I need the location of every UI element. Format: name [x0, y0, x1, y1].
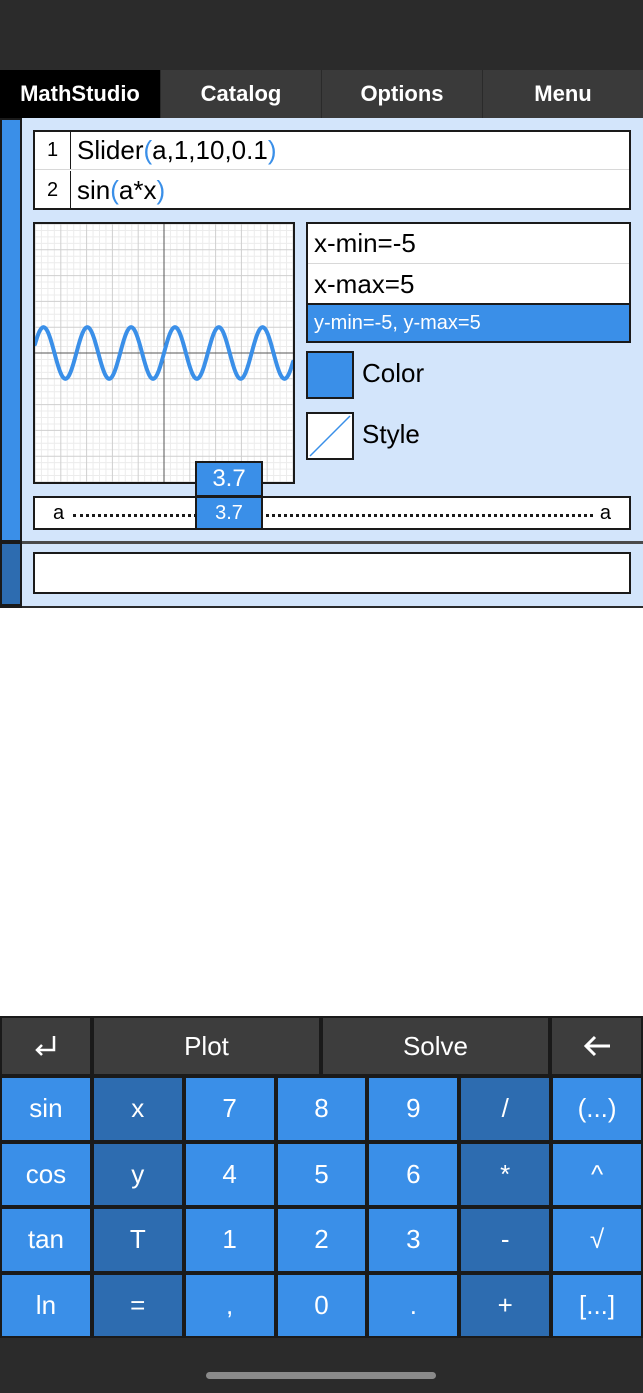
entry-selector-active[interactable] [2, 120, 20, 540]
slider-value-bubble: 3.7 [195, 461, 263, 497]
y-range-field[interactable]: y-min=-5, y-max=5 [308, 303, 629, 341]
enter-button[interactable] [0, 1016, 92, 1076]
color-label: Color [362, 358, 425, 388]
return-icon [35, 1036, 56, 1056]
key[interactable]: 4 [183, 1141, 276, 1207]
function-args: a*x [118, 174, 157, 205]
slider-rail [73, 514, 593, 517]
key[interactable]: 7 [183, 1076, 276, 1142]
keyboard-toolbar: Plot Solve [0, 1016, 643, 1076]
code-line[interactable]: 2 sin(a*x) [35, 171, 629, 209]
key[interactable]: 5 [275, 1141, 368, 1207]
key[interactable]: sin [0, 1076, 92, 1142]
key[interactable]: 3 [367, 1207, 460, 1273]
line-style-icon [309, 415, 351, 457]
key[interactable]: [...] [551, 1272, 643, 1338]
tab-mathstudio[interactable]: MathStudio [0, 70, 160, 118]
line-code: sin(a*x) [71, 175, 165, 206]
slider-var-left: a [53, 502, 65, 524]
key[interactable]: (...) [551, 1076, 643, 1142]
key[interactable]: √ [551, 1207, 643, 1273]
backspace-arrow-icon [583, 1035, 610, 1057]
plot-canvas [35, 224, 293, 482]
color-swatch[interactable] [306, 351, 354, 399]
key[interactable]: / [459, 1076, 552, 1142]
x-min-field[interactable]: x-min=-5 [308, 224, 629, 264]
function-name: Slider [77, 135, 144, 165]
x-max-field[interactable]: x-max=5 [308, 264, 629, 304]
key[interactable]: T [91, 1207, 184, 1273]
code-editor[interactable]: 1 Slider(a,1,10,0.1) 2 sin(a*x) [33, 130, 631, 210]
paren-close: ) [156, 174, 166, 205]
key[interactable]: x [91, 1076, 184, 1142]
key[interactable]: y [91, 1141, 184, 1207]
key[interactable]: cos [0, 1141, 92, 1207]
range-panel: x-min=-5 x-max=5 y-min=-5, y-max=5 [306, 222, 631, 343]
tab-catalog[interactable]: Catalog [160, 70, 321, 118]
plot-button[interactable]: Plot [92, 1016, 321, 1076]
slider-var-right: a [599, 502, 611, 524]
key[interactable]: - [459, 1207, 552, 1273]
key[interactable]: . [367, 1272, 460, 1338]
key[interactable]: tan [0, 1207, 92, 1273]
key[interactable]: ln [0, 1272, 92, 1338]
math-keyboard: Plot Solve sin x 7 8 9/(...) cos y 4 5 6 * ^ tan T 1 2 3… [0, 1016, 643, 1393]
tab-options[interactable]: Options [321, 70, 482, 118]
function-name: sin [77, 174, 111, 205]
function-args: a,1,10,0.1 [152, 135, 268, 165]
key[interactable]: , [183, 1272, 276, 1338]
style-swatch[interactable] [306, 412, 354, 460]
line-code: Slider(a,1,10,0.1) [71, 135, 276, 166]
key[interactable]: 6 [367, 1141, 460, 1207]
paren-open: ( [110, 174, 119, 205]
key[interactable]: * [459, 1141, 552, 1207]
key[interactable]: = [91, 1272, 184, 1338]
plot-area[interactable] [33, 222, 295, 484]
key[interactable]: 2 [275, 1207, 368, 1273]
code-line[interactable]: 1 Slider(a,1,10,0.1) [35, 132, 629, 170]
backspace-button[interactable] [550, 1016, 643, 1076]
workspace: 1 Slider(a,1,10,0.1) 2 sin(a*x) x-min=-5… [0, 118, 643, 608]
entry-selector-new[interactable] [2, 544, 20, 604]
key[interactable]: 0 [275, 1272, 368, 1338]
status-bar [0, 0, 643, 70]
key[interactable]: 9 [367, 1076, 460, 1142]
line-number: 2 [35, 171, 71, 209]
key[interactable]: 1 [183, 1207, 276, 1273]
slider-thumb[interactable]: 3.7 [195, 496, 263, 530]
slider-track[interactable]: a a 3.7 [33, 496, 631, 530]
style-label: Style [362, 419, 420, 449]
paren-close: ) [267, 135, 277, 165]
key[interactable]: + [459, 1272, 552, 1338]
paren-open: ( [143, 135, 153, 165]
entry-divider [22, 541, 643, 544]
top-nav: MathStudio Catalog Options Menu [0, 70, 643, 118]
key[interactable]: 8 [275, 1076, 368, 1142]
home-indicator [206, 1372, 436, 1379]
solve-button[interactable]: Solve [321, 1016, 550, 1076]
tab-menu[interactable]: Menu [482, 70, 643, 118]
keypad: sin x 7 8 9/(...) cos y 4 5 6 * ^ tan T 1 2 3- √ ln =, 0. + [.… [0, 1076, 643, 1338]
key[interactable]: ^ [551, 1141, 643, 1207]
expression-input[interactable] [33, 552, 631, 594]
line-number: 1 [35, 132, 71, 169]
entry-strip [0, 118, 22, 608]
